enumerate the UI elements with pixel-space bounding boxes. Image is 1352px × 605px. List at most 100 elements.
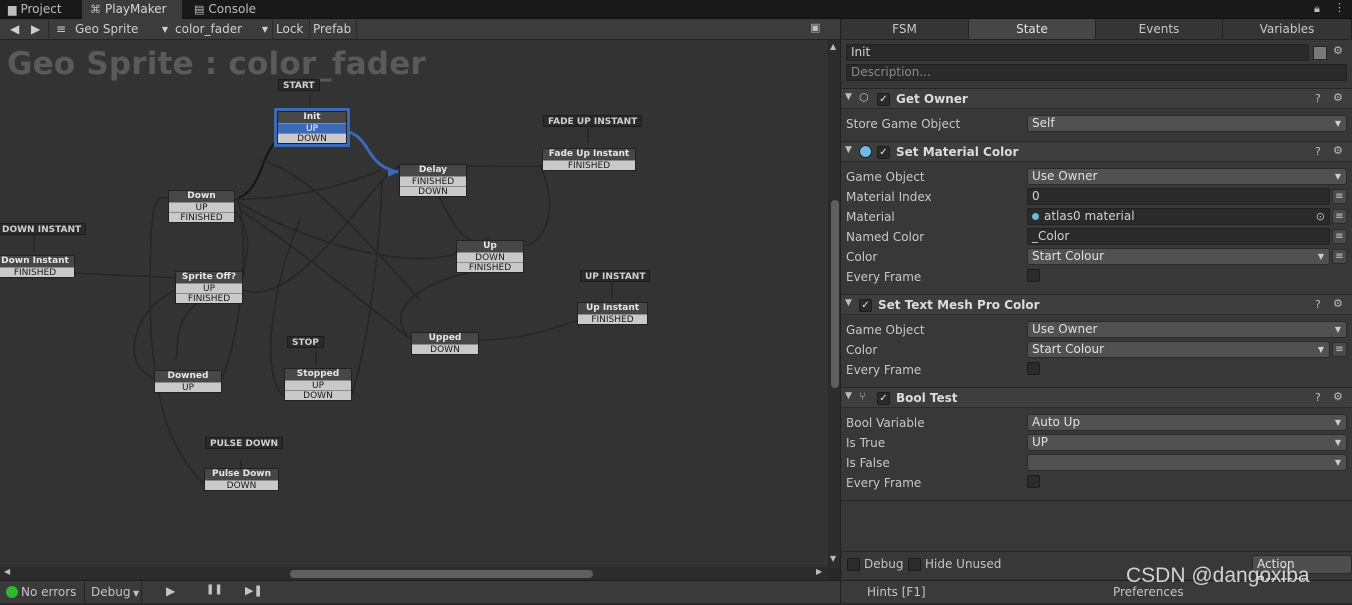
step-button[interactable]: ▶❚ (245, 584, 263, 597)
gear-icon[interactable]: ⚙ (1333, 390, 1343, 403)
transition-down[interactable]: DOWN (412, 344, 478, 355)
variable-toggle-icon[interactable]: ≡ (1332, 189, 1347, 204)
transition-up[interactable]: UP (285, 380, 351, 391)
tab-variables[interactable]: Variables (1223, 19, 1352, 40)
state-delay[interactable]: Delay FINISHED DOWN (399, 164, 467, 197)
scroll-right-icon[interactable]: ▶ (816, 567, 822, 576)
store-game-object-select[interactable]: Self ▼ (1027, 115, 1347, 132)
help-icon[interactable]: ? (1315, 391, 1321, 404)
state-init[interactable]: Init UP DOWN (274, 108, 350, 147)
lock-icon[interactable]: 🔒︎ (1314, 2, 1320, 16)
tab-console[interactable]: ▤ Console (186, 0, 266, 19)
horizontal-scroll-thumb[interactable] (290, 570, 593, 578)
transition-down[interactable]: DOWN (278, 133, 346, 144)
game-object-select[interactable]: Use Owner ▼ (1027, 321, 1347, 338)
transition-down[interactable]: DOWN (400, 186, 466, 197)
transition-up[interactable]: UP (278, 123, 346, 134)
variable-toggle-icon[interactable]: ≡ (1332, 209, 1347, 224)
scroll-left-icon[interactable]: ◀ (4, 567, 10, 576)
menu-button[interactable]: ≡ (53, 20, 69, 39)
every-frame-checkbox[interactable] (1027, 269, 1040, 282)
transition-finished[interactable]: FINISHED (543, 160, 635, 171)
graph-view-icon[interactable]: ▣ (810, 21, 820, 34)
every-frame-checkbox[interactable] (1027, 362, 1040, 375)
color-select[interactable]: Start Colour ▼ (1027, 341, 1330, 358)
hide-unused-checkbox[interactable] (908, 558, 921, 571)
hints-button[interactable]: Hints [F1] (867, 585, 926, 599)
action-enabled-checkbox[interactable]: ✓ (877, 93, 890, 106)
vertical-scroll-thumb[interactable] (831, 200, 839, 388)
state-down-instant[interactable]: Down Instant FINISHED (0, 255, 75, 278)
kebab-menu-icon[interactable]: ⋮ (1334, 1, 1345, 14)
action-header-set-text-mesh-pro-color[interactable]: ▼ ✓ Set Text Mesh Pro Color ? ⚙ (841, 294, 1352, 315)
transition-finished[interactable]: FINISHED (176, 293, 242, 304)
state-up-instant[interactable]: Up Instant FINISHED (577, 302, 648, 325)
gear-icon[interactable]: ⚙ (1333, 91, 1343, 104)
collapse-icon[interactable]: ▼ (845, 92, 852, 102)
play-button[interactable]: ▶ (166, 584, 175, 598)
bool-variable-select[interactable]: Auto Up ▼ (1027, 414, 1347, 431)
state-up[interactable]: Up DOWN FINISHED (456, 240, 524, 273)
transition-down[interactable]: DOWN (285, 390, 351, 401)
gear-icon[interactable]: ⚙ (1333, 297, 1343, 310)
tab-project[interactable]: ▆ Project (0, 0, 72, 19)
state-sprite-off[interactable]: Sprite Off? UP FINISHED (175, 271, 243, 304)
is-true-select[interactable]: UP ▼ (1027, 434, 1347, 451)
transition-finished[interactable]: FINISHED (457, 262, 523, 273)
variable-toggle-icon[interactable]: ≡ (1332, 342, 1347, 357)
global-event-up-instant[interactable]: UP INSTANT (580, 270, 651, 282)
global-event-down-instant[interactable]: DOWN INSTANT (0, 223, 87, 235)
start-event-label[interactable]: START (278, 79, 320, 91)
debug-dropdown[interactable]: Debug ▼ (84, 581, 142, 603)
state-color-swatch[interactable] (1313, 46, 1327, 60)
global-event-fade-up-instant[interactable]: FADE UP INSTANT (543, 115, 643, 127)
global-event-pulse-down[interactable]: PULSE DOWN (205, 437, 283, 449)
transition-finished[interactable]: FINISHED (578, 314, 647, 325)
help-icon[interactable]: ? (1315, 298, 1321, 311)
action-header-set-material-color[interactable]: ▼ ✓ Set Material Color ? ⚙ (841, 141, 1352, 162)
help-icon[interactable]: ? (1315, 145, 1321, 158)
description-input[interactable]: Description... (846, 64, 1347, 81)
debug-checkbox[interactable] (847, 558, 860, 571)
gameobject-select[interactable]: Geo Sprite ▼ (72, 20, 170, 39)
state-name-input[interactable]: Init (846, 44, 1309, 61)
material-index-input[interactable]: 0 (1027, 188, 1330, 205)
transition-up[interactable]: UP (155, 382, 221, 393)
help-icon[interactable]: ? (1315, 92, 1321, 105)
collapse-icon[interactable]: ▼ (845, 298, 852, 308)
global-event-stop[interactable]: STOP (287, 336, 324, 348)
tab-events[interactable]: Events (1096, 19, 1223, 40)
state-pulse-down[interactable]: Pulse Down DOWN (204, 468, 279, 491)
gear-icon[interactable]: ⚙ (1333, 144, 1343, 157)
back-button[interactable]: ◀ (7, 20, 22, 39)
variable-toggle-icon[interactable]: ≡ (1332, 249, 1347, 264)
variable-toggle-icon[interactable]: ≡ (1332, 229, 1347, 244)
transition-finished[interactable]: FINISHED (169, 212, 234, 223)
color-select[interactable]: Start Colour ▼ (1027, 248, 1330, 265)
game-object-select[interactable]: Use Owner ▼ (1027, 168, 1347, 185)
transition-down[interactable]: DOWN (205, 480, 278, 491)
transition-up[interactable]: UP (176, 283, 242, 294)
state-upped[interactable]: Upped DOWN (411, 332, 479, 355)
named-color-input[interactable]: _Color (1027, 228, 1330, 245)
transition-finished[interactable]: FINISHED (0, 267, 74, 278)
state-fade-up-instant[interactable]: Fade Up Instant FINISHED (542, 148, 636, 171)
collapse-icon[interactable]: ▼ (845, 391, 852, 401)
action-enabled-checkbox[interactable]: ✓ (859, 299, 872, 312)
fsm-graph-canvas[interactable]: Geo Sprite : color_fader START FADE UP I… (0, 40, 828, 568)
object-picker-icon[interactable]: ⊙ (1316, 209, 1325, 224)
pause-button[interactable]: ❚❚ (206, 584, 223, 595)
forward-button[interactable]: ▶ (28, 20, 43, 39)
prefab-button[interactable]: Prefab (310, 20, 354, 39)
state-down[interactable]: Down UP FINISHED (168, 190, 235, 223)
transition-up[interactable]: UP (169, 202, 234, 213)
collapse-icon[interactable]: ▼ (845, 145, 852, 155)
gear-icon[interactable]: ⚙ (1333, 44, 1343, 57)
action-header-get-owner[interactable]: ▼ ⬡ ✓ Get Owner ? ⚙ (841, 88, 1352, 109)
every-frame-checkbox[interactable] (1027, 475, 1040, 488)
state-stopped[interactable]: Stopped UP DOWN (284, 368, 352, 401)
action-enabled-checkbox[interactable]: ✓ (877, 146, 890, 159)
scroll-down-icon[interactable]: ▼ (830, 554, 836, 563)
tab-fsm[interactable]: FSM (841, 19, 969, 40)
material-object-field[interactable]: atlas0 material ⊙ (1027, 208, 1330, 225)
